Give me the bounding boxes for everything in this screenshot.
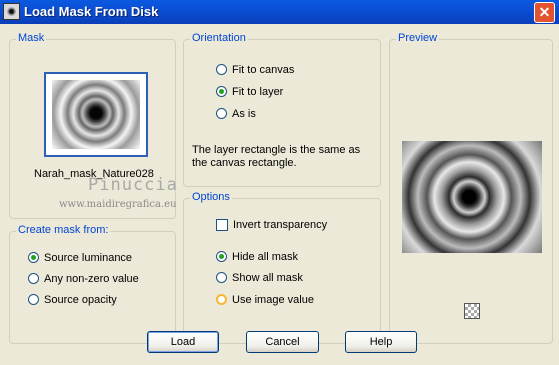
checkbox-box (216, 219, 228, 231)
radio-dot (216, 108, 227, 119)
radio-dot (216, 272, 227, 283)
options-group: Options Invert transparency Hide all mas… (183, 191, 381, 344)
mask-thumbnail-button[interactable] (44, 72, 148, 157)
create-mask-from-group: Create mask from: Source luminance Any n… (9, 224, 176, 344)
title-bar[interactable]: Load Mask From Disk ✕ (0, 0, 559, 24)
load-button[interactable]: Load (147, 331, 219, 353)
radio-label: Show all mask (232, 272, 303, 284)
preview-legend: Preview (396, 32, 440, 44)
options-legend: Options (190, 191, 232, 203)
checkerboard-icon[interactable] (464, 303, 480, 319)
watermark-url: www.maidiregrafica.eu (59, 199, 177, 210)
radio-dot (28, 273, 39, 284)
window-title: Load Mask From Disk (24, 4, 159, 19)
cancel-button[interactable]: Cancel (246, 331, 319, 353)
radio-dot (216, 294, 227, 305)
close-button[interactable]: ✕ (534, 2, 555, 23)
mask-legend: Mask (16, 32, 47, 44)
radio-label: As is (232, 108, 256, 120)
watermark-name: Pinuccia (88, 175, 178, 195)
radio-label: Fit to canvas (232, 64, 295, 76)
radio-dot (216, 64, 227, 75)
radio-label: Fit to layer (232, 86, 284, 98)
radio-label: Hide all mask (232, 251, 299, 263)
help-button[interactable]: Help (345, 331, 417, 353)
radio-label: Source opacity (44, 294, 117, 306)
radio-label: Use image value (232, 294, 314, 306)
radio-label: Any non-zero value (44, 273, 139, 285)
radio-dot (28, 252, 39, 263)
mask-image (52, 80, 140, 149)
orientation-group: Orientation Fit to canvas Fit to layer A… (183, 32, 381, 187)
app-icon (3, 3, 20, 20)
preview-group: Preview (389, 32, 553, 344)
preview-image (402, 141, 542, 253)
radio-dot (216, 251, 227, 262)
orientation-description: The layer rectangle is the same as the c… (192, 144, 361, 169)
checkbox-label: Invert transparency (233, 219, 328, 231)
orientation-legend: Orientation (190, 32, 248, 44)
create-mask-from-legend: Create mask from: (16, 224, 111, 236)
dialog-body: Mask Narah_mask_Nature028 Pinuccia www.m… (0, 24, 559, 365)
radio-label: Source luminance (44, 252, 133, 264)
radio-dot (216, 86, 227, 97)
radio-dot (28, 294, 39, 305)
